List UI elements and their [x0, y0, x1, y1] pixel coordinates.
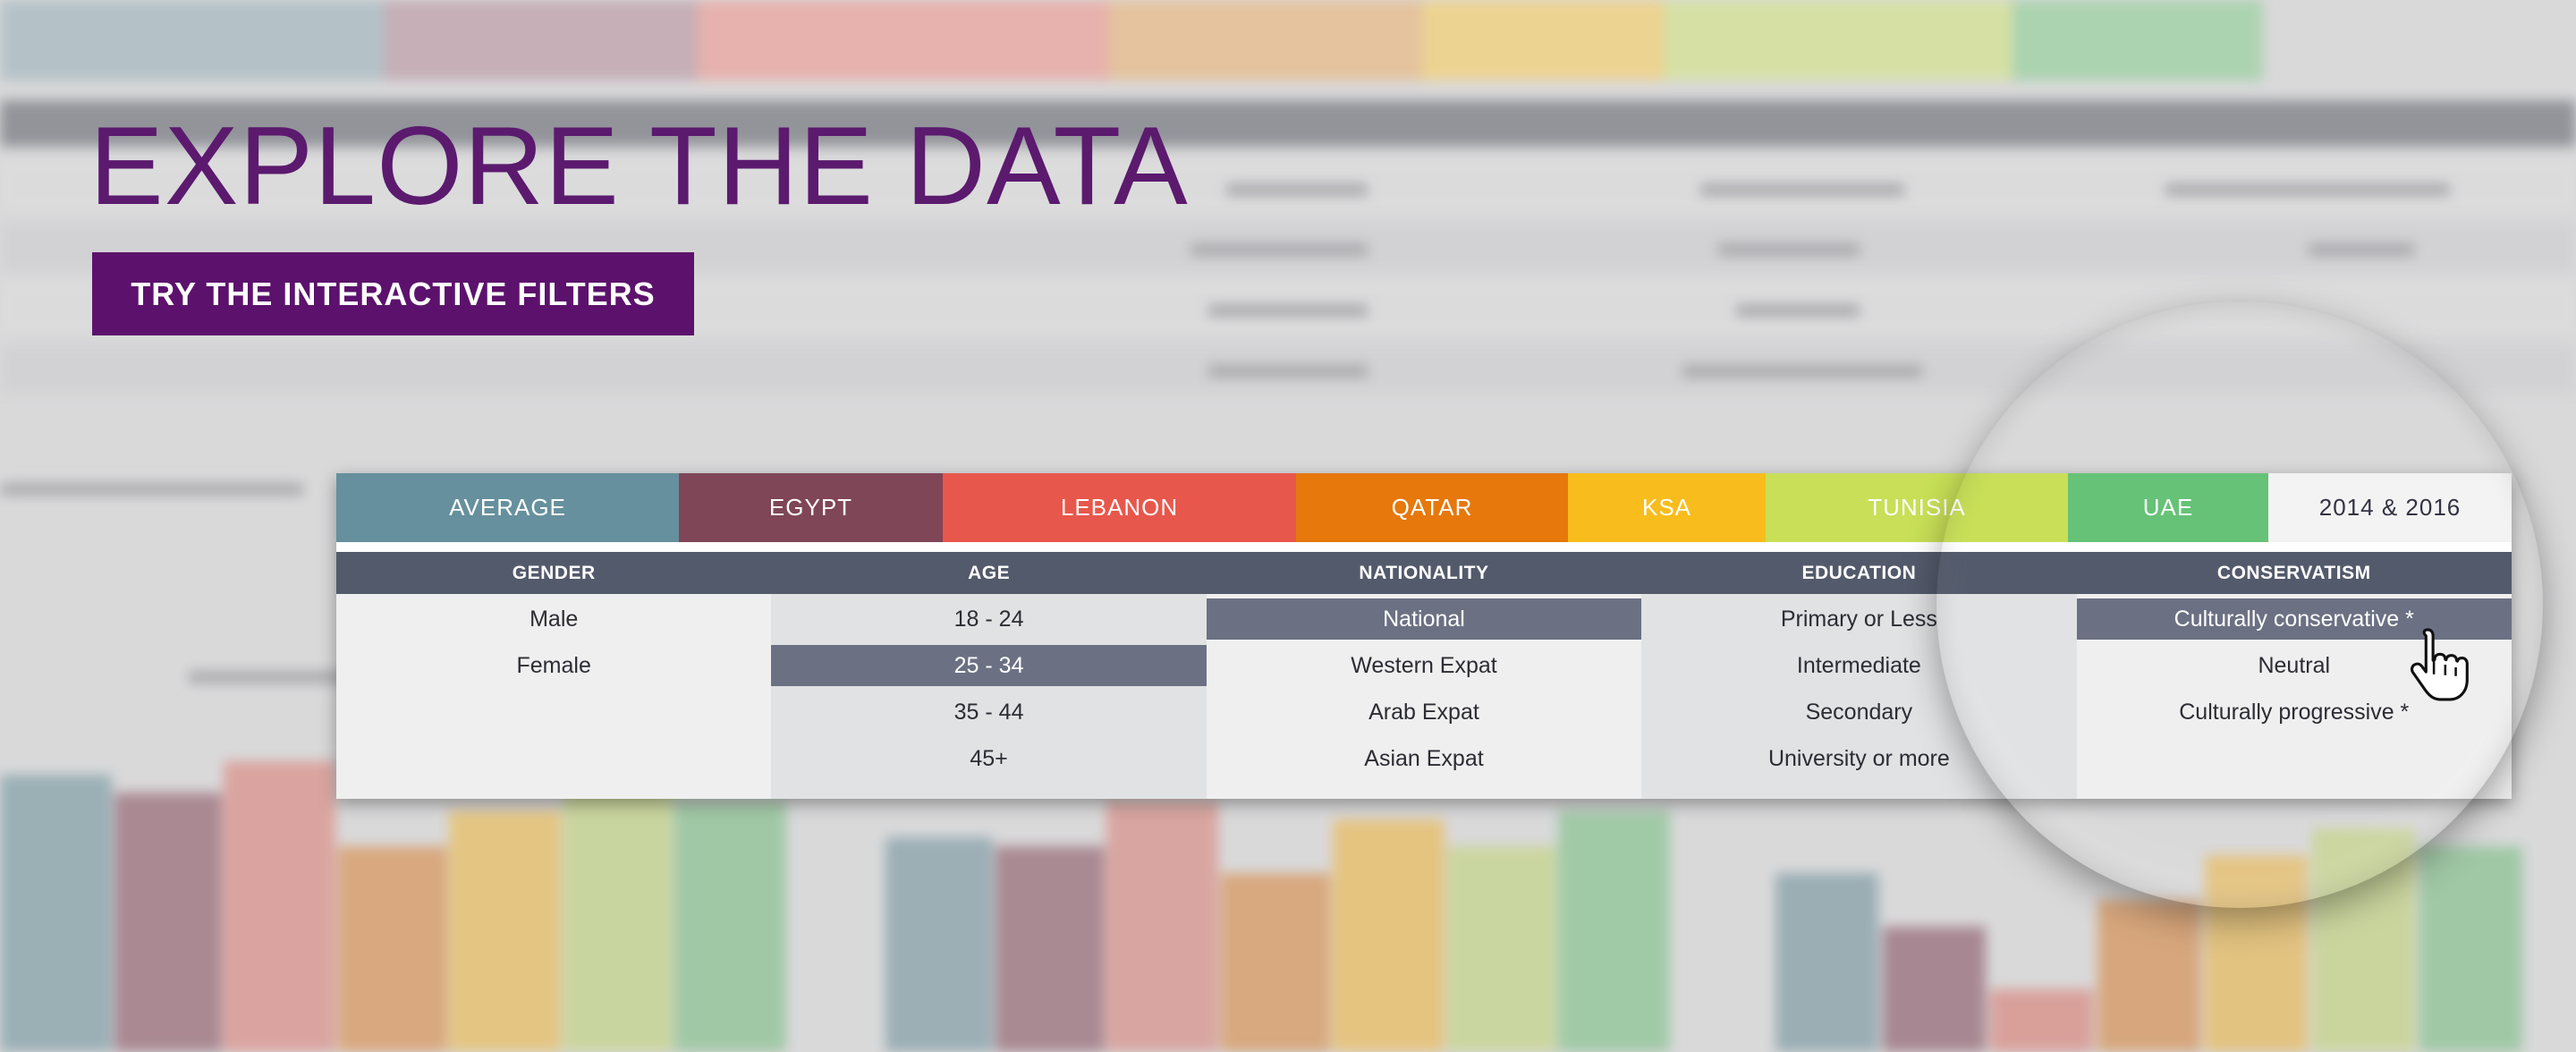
filter-option[interactable]: Female — [336, 645, 771, 686]
page-title: EXPLORE THE DATA — [89, 105, 1189, 228]
background-bar — [674, 802, 786, 1052]
filter-panel: AVERAGE EGYPT LEBANON QATAR KSA TUNISIA UAE 201… — [336, 473, 2512, 799]
background-bar — [564, 784, 673, 1052]
filter-option[interactable]: 45+ — [771, 738, 1206, 779]
background-text — [0, 483, 304, 496]
filter-column-nationality: National Western Expat Arab Expat Asian Exp… — [1206, 594, 1642, 799]
filter-header-age: AGE — [968, 562, 1011, 583]
background-bar — [886, 837, 993, 1052]
background-bar — [996, 846, 1105, 1052]
filter-option[interactable]: 25 - 34 — [771, 645, 1207, 686]
filter-option[interactable]: Intermediate — [1641, 645, 2076, 686]
filter-header-conservatism: CONSERVATISM — [2216, 562, 2371, 583]
background-text — [2308, 243, 2415, 256]
background-tabs — [0, 0, 2263, 81]
background-text — [1735, 304, 1860, 317]
filter-header-nationality: NATIONALITY — [1359, 562, 1489, 583]
background-bar — [1106, 802, 1218, 1052]
background-bar — [1775, 873, 1878, 1052]
filter-header-gender: GENDER — [512, 562, 596, 583]
tab-average[interactable]: AVERAGE — [336, 473, 679, 542]
background-text — [1225, 183, 1368, 196]
background-bar — [1447, 846, 1556, 1052]
background-text — [1717, 243, 1860, 256]
tab-qatar[interactable]: QATAR — [1296, 473, 1568, 542]
background-bar — [0, 775, 112, 1052]
background-bar — [338, 846, 447, 1052]
filter-option[interactable]: National — [1206, 598, 1642, 640]
filter-column-age: 18 - 24 25 - 34 35 - 44 45+ — [771, 594, 1207, 799]
filter-headers: GENDER AGE NATIONALITY EDUCATION CONSERVATIS… — [336, 552, 2512, 594]
country-tabs: AVERAGE EGYPT LEBANON QATAR KSA TUNISIA UAE 201… — [336, 473, 2512, 542]
filter-option[interactable]: University or more — [1641, 738, 2076, 779]
background-bar — [2097, 900, 2200, 1052]
background-bar — [2205, 855, 2308, 1052]
tab-tunisia[interactable]: TUNISIA — [1766, 473, 2068, 542]
filter-option[interactable]: Arab Expat — [1207, 691, 1641, 733]
background-text — [1208, 304, 1368, 317]
hand-pointer-icon — [2410, 628, 2469, 701]
background-bar — [114, 793, 222, 1052]
filter-option[interactable]: Primary or Less — [1641, 598, 2076, 640]
filter-columns: Male Female 18 - 24 25 - 34 35 - 44 45+ Nation… — [336, 594, 2512, 799]
filter-header-education: EDUCATION — [1801, 562, 1917, 583]
background-bar — [2312, 828, 2415, 1052]
background-text — [1190, 243, 1368, 256]
background-bar — [1333, 819, 1445, 1052]
background-bar — [1990, 989, 2093, 1052]
filter-option[interactable]: Male — [336, 598, 771, 640]
interactive-filters-button[interactable]: TRY THE INTERACTIVE FILTERS — [92, 252, 694, 335]
tab-2014-2016[interactable]: 2014 & 2016 — [2268, 473, 2512, 542]
background-bar — [1883, 927, 1986, 1052]
background-text — [1208, 365, 1368, 378]
background-text — [1699, 183, 1905, 196]
tab-egypt[interactable]: EGYPT — [679, 473, 943, 542]
background-bar — [2419, 846, 2522, 1052]
tab-ksa[interactable]: KSA — [1568, 473, 1766, 542]
tab-uae[interactable]: UAE — [2068, 473, 2268, 542]
background-text — [1682, 365, 1923, 378]
filter-option[interactable]: 35 - 44 — [771, 691, 1206, 733]
filter-option[interactable]: Asian Expat — [1207, 738, 1641, 779]
filter-column-gender: Male Female — [336, 594, 772, 799]
background-bar — [449, 810, 561, 1052]
filter-option[interactable]: 18 - 24 — [771, 598, 1206, 640]
filter-column-education: Primary or Less Intermediate Secondary Univ… — [1641, 594, 2077, 799]
background-bar — [1221, 873, 1330, 1052]
tab-lebanon[interactable]: LEBANON — [943, 473, 1296, 542]
background-bar — [224, 761, 335, 1052]
background-bar — [1558, 810, 1670, 1052]
filter-option[interactable]: Western Expat — [1207, 645, 1641, 686]
background-text — [2165, 183, 2451, 196]
filter-option[interactable]: Secondary — [1641, 691, 2076, 733]
